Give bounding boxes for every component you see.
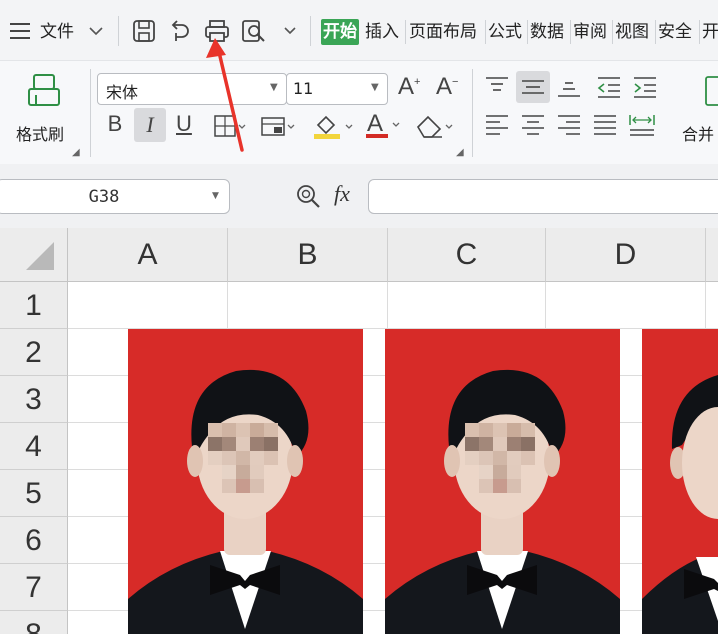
clear-format-eraser-icon[interactable] [414,111,458,139]
increase-font-size-icon[interactable]: A+ [398,73,420,101]
font-size-dropdown[interactable]: 11 ▼ [286,73,388,105]
svg-text:A: A [367,110,383,137]
row-header-2[interactable]: 2 [0,329,68,376]
distributed-align-icon[interactable] [628,113,656,137]
annotation-arrow [200,36,250,156]
align-bottom-icon[interactable] [556,75,582,99]
column-header-a[interactable]: A [68,228,228,282]
formula-input[interactable] [368,179,718,214]
bold-icon[interactable]: B [104,111,126,137]
column-header-b[interactable]: B [228,228,388,282]
font-name-dropdown[interactable]: 宋体 ▼ [97,73,287,105]
more-dropdown-icon[interactable] [282,24,298,38]
align-left-icon[interactable] [484,113,510,137]
column-header-d[interactable]: D [546,228,706,282]
tab-insert[interactable]: 插入 [365,19,399,45]
menu-bar: 文件 开始 插入 页面布局 公式 数据 审阅 视图 安全 开 [0,0,718,60]
align-right-icon[interactable] [556,113,582,137]
dropdown-arrow-icon: ▼ [371,82,379,93]
dropdown-arrow-icon: ▼ [212,191,219,201]
ribbon-toolbar: 格式刷 ◢ 宋体 ▼ 11 ▼ A+ A− B I U A ◢ 合并 [0,60,718,166]
tab-page-layout[interactable]: 页面布局 [409,19,477,45]
row-header-4[interactable]: 4 [0,423,68,470]
merge-cells-icon[interactable] [704,75,718,107]
tab-review[interactable]: 审阅 [573,19,607,45]
format-painter-icon[interactable] [28,73,64,113]
save-icon[interactable] [132,19,156,43]
row-header-6[interactable]: 6 [0,517,68,564]
dropdown-arrow-icon: ▼ [270,82,278,93]
format-painter-label[interactable]: 格式刷 [16,121,64,145]
row-header-8[interactable]: 8 [0,611,68,634]
merge-cells-label[interactable]: 合并 [682,121,714,145]
align-top-icon[interactable] [484,75,510,99]
justify-icon[interactable] [592,113,618,137]
insert-function-fx-icon[interactable]: fx [334,181,350,207]
underline-icon[interactable]: U [176,111,192,137]
align-middle-icon[interactable] [516,71,550,103]
cell-reference: G38 [88,187,120,207]
row-header-3[interactable]: 3 [0,376,68,423]
italic-icon[interactable]: I [134,108,166,142]
row-header-1[interactable]: 1 [0,282,68,329]
zoom-search-icon[interactable] [296,184,322,210]
row-header-7[interactable]: 7 [0,564,68,611]
id-photo-3[interactable] [642,329,718,634]
font-size-value: 11 [293,79,314,98]
fill-color-icon[interactable] [312,111,356,141]
decrease-font-size-icon[interactable]: A− [436,73,458,101]
row-header-5[interactable]: 5 [0,470,68,517]
id-photo-2[interactable] [385,329,620,634]
tab-developer[interactable]: 开 [702,19,718,45]
column-header-c[interactable]: C [388,228,546,282]
decrease-indent-icon[interactable] [596,75,622,99]
increase-indent-icon[interactable] [632,75,658,99]
tab-formulas[interactable]: 公式 [488,19,522,45]
select-all-corner[interactable] [0,228,68,282]
tab-home[interactable]: 开始 [321,19,359,45]
undo-icon[interactable] [168,19,192,43]
name-box[interactable]: G38 ▼ [0,179,230,214]
column-header-e[interactable] [706,228,718,282]
formula-bar: G38 ▼ fx [0,164,718,228]
spreadsheet-grid: A B C D 1 2 3 4 5 6 7 8 [0,228,718,634]
hamburger-menu-icon[interactable] [10,22,32,40]
tab-data[interactable]: 数据 [530,19,564,45]
tab-security[interactable]: 安全 [658,19,692,45]
tab-view[interactable]: 视图 [615,19,649,45]
font-name-value: 宋体 [106,83,139,102]
chevron-down-icon[interactable] [88,24,104,38]
id-photo-1[interactable] [128,329,363,634]
cell-fill-format-icon[interactable] [260,115,300,139]
align-center-icon[interactable] [520,113,546,137]
font-color-icon[interactable]: A [364,109,404,141]
file-menu[interactable]: 文件 [40,19,74,45]
